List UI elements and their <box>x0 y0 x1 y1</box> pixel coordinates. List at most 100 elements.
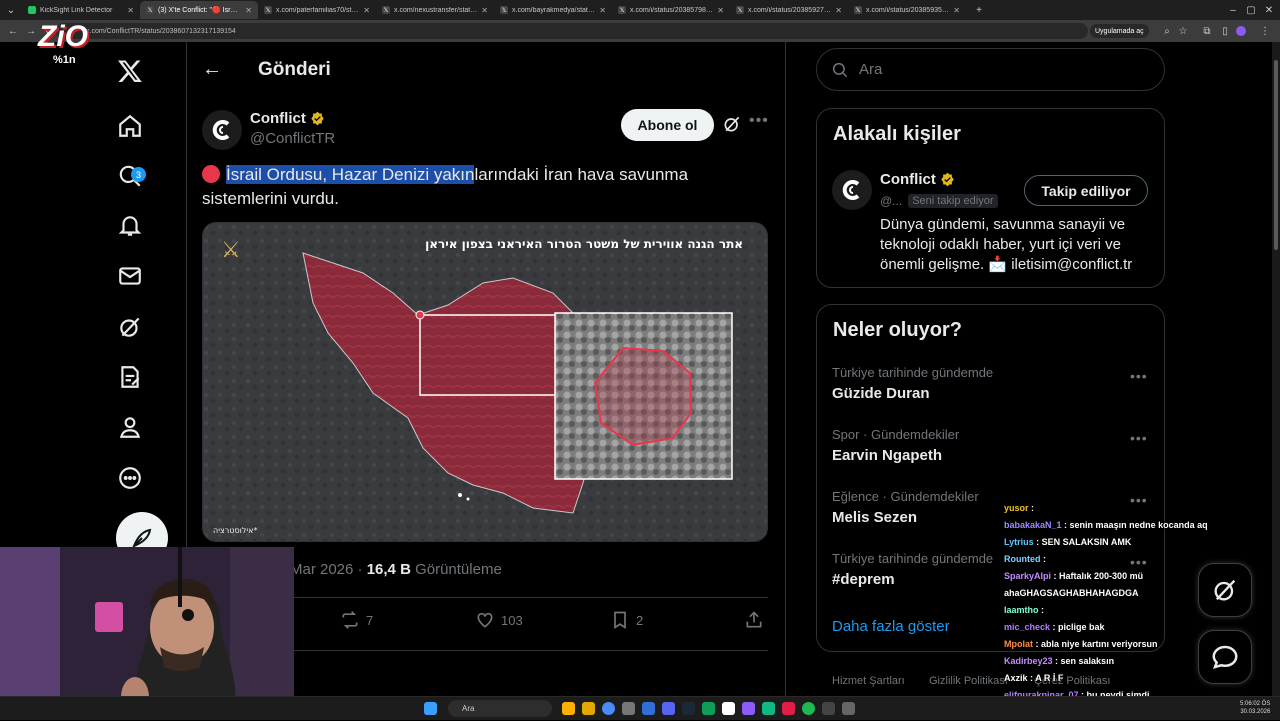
profile-avatar-icon[interactable] <box>1234 24 1248 38</box>
taskbar-app-icon[interactable] <box>782 702 795 715</box>
chat-text: ahaGHAGSAGHABHAHAGDGA <box>1004 588 1139 598</box>
chat-username[interactable]: Lytrius <box>1004 537 1034 547</box>
author-name[interactable]: Conflict <box>250 110 306 127</box>
taskbar-app-icon[interactable] <box>622 702 635 715</box>
trend-more-icon[interactable]: ••• <box>1130 430 1148 446</box>
url-field[interactable]: x.com/ConflictTR/status/2038607132317139… <box>56 23 1088 39</box>
post-date[interactable]: Mar 2026 · <box>290 561 367 578</box>
bookmark-button[interactable]: 2 <box>610 610 643 630</box>
author-avatar[interactable] <box>202 110 242 150</box>
back-arrow-icon[interactable]: ← <box>202 58 222 81</box>
profile-icon[interactable] <box>114 411 146 443</box>
chat-username[interactable]: babakakaN_1 <box>1004 520 1062 530</box>
share-button[interactable] <box>744 610 764 630</box>
lists-icon[interactable] <box>114 361 146 393</box>
footer-link-terms[interactable]: Hizmet Şartları <box>832 675 905 687</box>
chat-username[interactable]: SparkyAlpi <box>1004 571 1051 581</box>
related-avatar[interactable] <box>832 170 872 210</box>
show-more-link[interactable]: Daha fazla göster <box>832 618 950 635</box>
close-tab-icon[interactable]: ✕ <box>599 6 606 15</box>
tab-search-icon[interactable]: ⌄ <box>4 3 18 17</box>
related-name-row[interactable]: Conflict <box>880 171 955 188</box>
x-logo-icon[interactable] <box>114 55 146 87</box>
close-tab-icon[interactable]: ✕ <box>363 6 370 15</box>
browser-tab[interactable]: 𝕏x.com/i/status/20385798898 ✕ <box>612 1 730 19</box>
close-tab-icon[interactable]: ✕ <box>481 6 488 15</box>
chat-username[interactable]: Kadirbey23 <box>1004 656 1053 666</box>
search-field[interactable]: Ara <box>816 48 1165 91</box>
trend-more-icon[interactable]: ••• <box>1130 368 1148 384</box>
chat-username[interactable]: Axzik <box>1004 673 1028 683</box>
taskbar-app-icon[interactable] <box>762 702 775 715</box>
chat-separator: : <box>1033 639 1041 649</box>
taskbar-app-icon[interactable] <box>722 702 735 715</box>
windows-start-icon[interactable] <box>424 702 437 715</box>
like-button[interactable]: 103 <box>475 610 523 630</box>
zoom-icon[interactable]: ⌕ <box>1160 24 1174 38</box>
close-tab-icon[interactable]: ✕ <box>717 6 724 15</box>
taskbar-chrome-icon[interactable] <box>602 702 615 715</box>
home-icon[interactable] <box>114 110 146 142</box>
extensions-icon[interactable]: ⧉ <box>1200 24 1214 38</box>
taskbar-app-icon[interactable] <box>702 702 715 715</box>
browser-tab[interactable]: 𝕏x.com/nexustransfer/status/20 ✕ <box>376 1 494 19</box>
more-icon[interactable] <box>114 462 146 494</box>
post-more-icon[interactable]: ••• <box>749 112 769 130</box>
taskbar-app-icon[interactable] <box>582 702 595 715</box>
chat-username[interactable]: Mpolat <box>1004 639 1033 649</box>
taskbar-search[interactable]: Ara <box>448 700 552 717</box>
scrollbar-thumb[interactable] <box>1274 60 1278 250</box>
taskbar-discord-icon[interactable] <box>662 702 675 715</box>
browser-tab[interactable]: 𝕏x.com/i/status/20385935971 ✕ <box>848 1 966 19</box>
related-name[interactable]: Conflict <box>880 171 936 188</box>
author-handle[interactable]: @ConflictTR <box>250 130 335 147</box>
forward-icon[interactable]: → <box>24 24 38 38</box>
messages-icon[interactable] <box>114 260 146 292</box>
taskbar-app-icon[interactable] <box>642 702 655 715</box>
taskbar-spotify-icon[interactable] <box>802 702 815 715</box>
author-name-row[interactable]: Conflict <box>250 110 325 127</box>
browser-tab[interactable]: 𝕏x.com/bayrakmedya/status/20✕ <box>494 1 612 19</box>
chat-username[interactable]: laamtho <box>1004 605 1039 615</box>
close-tab-icon[interactable]: ✕ <box>127 6 134 15</box>
notifications-icon[interactable] <box>114 210 146 242</box>
taskbar-app-icon[interactable] <box>842 702 855 715</box>
close-tab-icon[interactable]: ✕ <box>835 6 842 15</box>
chat-text: abla niye kartını veriyorsun <box>1041 639 1158 649</box>
menu-icon[interactable]: ⋮ <box>1258 24 1272 38</box>
back-icon[interactable]: ← <box>6 24 20 38</box>
subscribe-button[interactable]: Abone ol <box>621 109 714 141</box>
close-tab-icon[interactable]: ✕ <box>245 6 252 15</box>
taskbar-app-icon[interactable] <box>742 702 755 715</box>
open-in-app-button[interactable]: Uygulamada aç <box>1090 24 1149 38</box>
bookmark-star-icon[interactable]: ☆ <box>1176 24 1190 38</box>
browser-tab[interactable]: 𝕏x.com/paterfamilias70/status/20 ✕ <box>258 1 376 19</box>
grok-explain-icon[interactable] <box>722 114 742 134</box>
following-button[interactable]: Takip ediliyor <box>1024 175 1148 206</box>
close-window-icon[interactable]: ✕ <box>1262 3 1276 17</box>
grok-icon[interactable] <box>114 311 146 343</box>
sidebar-icon[interactable]: ▯ <box>1218 24 1232 38</box>
taskbar-steam-icon[interactable] <box>682 702 695 715</box>
address-bar-row: ← → ↻ x.com/ConflictTR/status/2038607132… <box>0 20 1280 42</box>
chat-username[interactable]: yusor <box>1004 503 1029 513</box>
minimize-icon[interactable]: – <box>1226 3 1240 17</box>
taskbar-app-icon[interactable] <box>822 702 835 715</box>
chat-username[interactable]: mic_check <box>1004 622 1050 632</box>
browser-tab[interactable]: 𝕏 (3) X'te Conflict: "🔴 İsrail Ordu ✕ <box>140 1 258 19</box>
trend-name: Earvin Ngapeth <box>832 447 943 464</box>
taskbar-clock[interactable]: 5:06:02 ÖS 30.03.2026 <box>1240 700 1270 716</box>
taskbar-app-icon[interactable] <box>562 702 575 715</box>
related-handle[interactable]: @... <box>880 194 902 208</box>
chat-username[interactable]: Rounted <box>1004 554 1041 564</box>
retweet-button[interactable]: 7 <box>340 610 373 630</box>
post-media-image[interactable]: ⚔ אתר הגנה אווירית של משטר הטרור האיראני… <box>202 222 768 542</box>
maximize-icon[interactable]: ▢ <box>1244 3 1258 17</box>
browser-tab[interactable]: KickSight Link Detector ✕ <box>22 1 140 19</box>
footer-link-privacy[interactable]: Gizlilik Politikası <box>929 675 1008 687</box>
search-icon <box>832 62 848 77</box>
browser-tab[interactable]: 𝕏x.com/i/status/20385927563 ✕ <box>730 1 848 19</box>
close-tab-icon[interactable]: ✕ <box>953 6 960 15</box>
x-favicon-icon: 𝕏 <box>382 6 390 14</box>
new-tab-icon[interactable]: + <box>972 3 986 17</box>
